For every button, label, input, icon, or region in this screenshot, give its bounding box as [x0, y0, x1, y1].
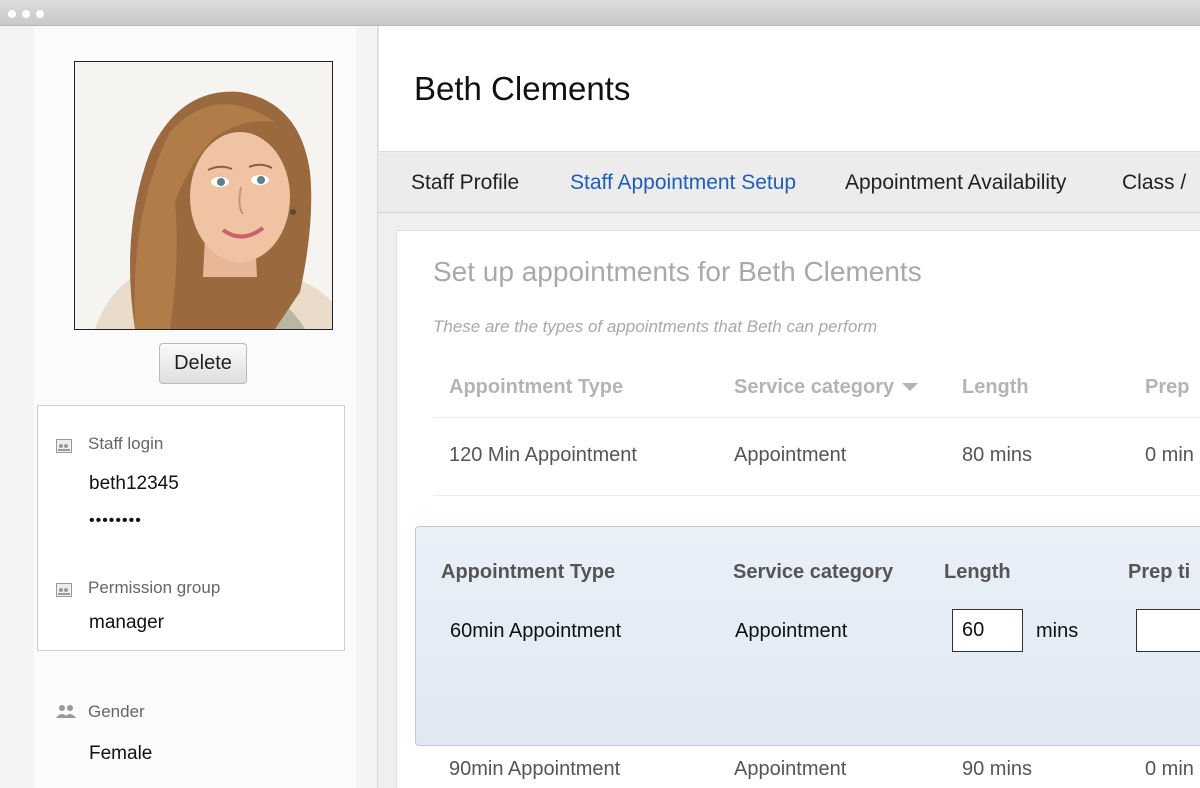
col-appointment-type[interactable]: Appointment Type	[449, 376, 623, 399]
tab-class[interactable]: Class /	[1122, 171, 1186, 195]
staff-username: beth12345	[89, 473, 179, 494]
tab-staff-appointment-setup[interactable]: Staff Appointment Setup	[570, 171, 796, 195]
main-area: Beth Clements Staff Profile Staff Appoin…	[379, 26, 1200, 788]
section-title: Set up appointments for Beth Clements	[433, 256, 922, 287]
window-titlebar	[0, 0, 1200, 26]
edit-col-category: Service category	[733, 561, 894, 583]
delete-photo-button[interactable]: Delete	[159, 343, 247, 384]
id-card-icon	[56, 583, 72, 597]
edit-col-type: Appointment Type	[441, 561, 616, 583]
id-card-icon	[56, 439, 72, 453]
appointment-setup-panel: Set up appointments for Beth Clements Th…	[396, 230, 1200, 788]
col-service-category[interactable]: Service category	[734, 376, 919, 399]
tab-bar: Staff Profile Staff Appointment Setup Ap…	[379, 153, 1200, 213]
staff-photo	[74, 61, 333, 330]
people-icon	[56, 705, 76, 718]
edit-service-category: Appointment	[735, 620, 848, 642]
edit-col-length: Length	[944, 561, 1011, 583]
row-divider	[433, 495, 1200, 496]
length-input[interactable]	[952, 609, 1023, 652]
col-length[interactable]: Length	[962, 376, 1029, 399]
section-subtitle: These are the types of appointments that…	[433, 317, 878, 336]
appointment-edit-panel: Appointment Type Service category Length…	[415, 526, 1200, 746]
col-prep[interactable]: Prep	[1145, 376, 1189, 399]
window-close-dot[interactable]	[8, 10, 16, 18]
header-divider	[433, 417, 1200, 418]
row2-prep: 0 min	[1145, 758, 1194, 780]
prep-time-input[interactable]	[1136, 609, 1200, 652]
window-zoom-dot[interactable]	[36, 10, 44, 18]
row1-category: Appointment	[734, 444, 847, 466]
row1-length: 80 mins	[962, 444, 1033, 466]
permission-group-value: manager	[89, 612, 164, 633]
length-unit: mins	[1036, 620, 1079, 642]
row2-type[interactable]: 90min Appointment	[449, 758, 620, 781]
tab-appointment-availability[interactable]: Appointment Availability	[845, 171, 1066, 195]
staff-login-label: Staff login	[88, 434, 164, 453]
gender-label: Gender	[88, 702, 145, 721]
tab-staff-profile[interactable]: Staff Profile	[411, 171, 519, 195]
gender-value: Female	[89, 743, 153, 764]
page-header: Beth Clements	[379, 26, 1200, 152]
login-card: Staff login beth12345 •••••••• Permissio…	[37, 405, 345, 651]
staff-password: ••••••••	[89, 512, 142, 529]
row2-length: 90 mins	[962, 758, 1033, 780]
col-service-category-label: Service category	[734, 376, 895, 398]
row1-type[interactable]: 120 Min Appointment	[449, 444, 637, 467]
row2-category: Appointment	[734, 758, 847, 780]
window-minimize-dot[interactable]	[22, 10, 30, 18]
page-title: Beth Clements	[414, 70, 631, 107]
permission-group-label: Permission group	[88, 578, 221, 597]
sort-caret-icon	[902, 382, 919, 391]
edit-col-prep: Prep ti	[1128, 561, 1191, 583]
edit-appointment-type: 60min Appointment	[450, 620, 622, 642]
row1-prep: 0 min	[1145, 444, 1194, 466]
